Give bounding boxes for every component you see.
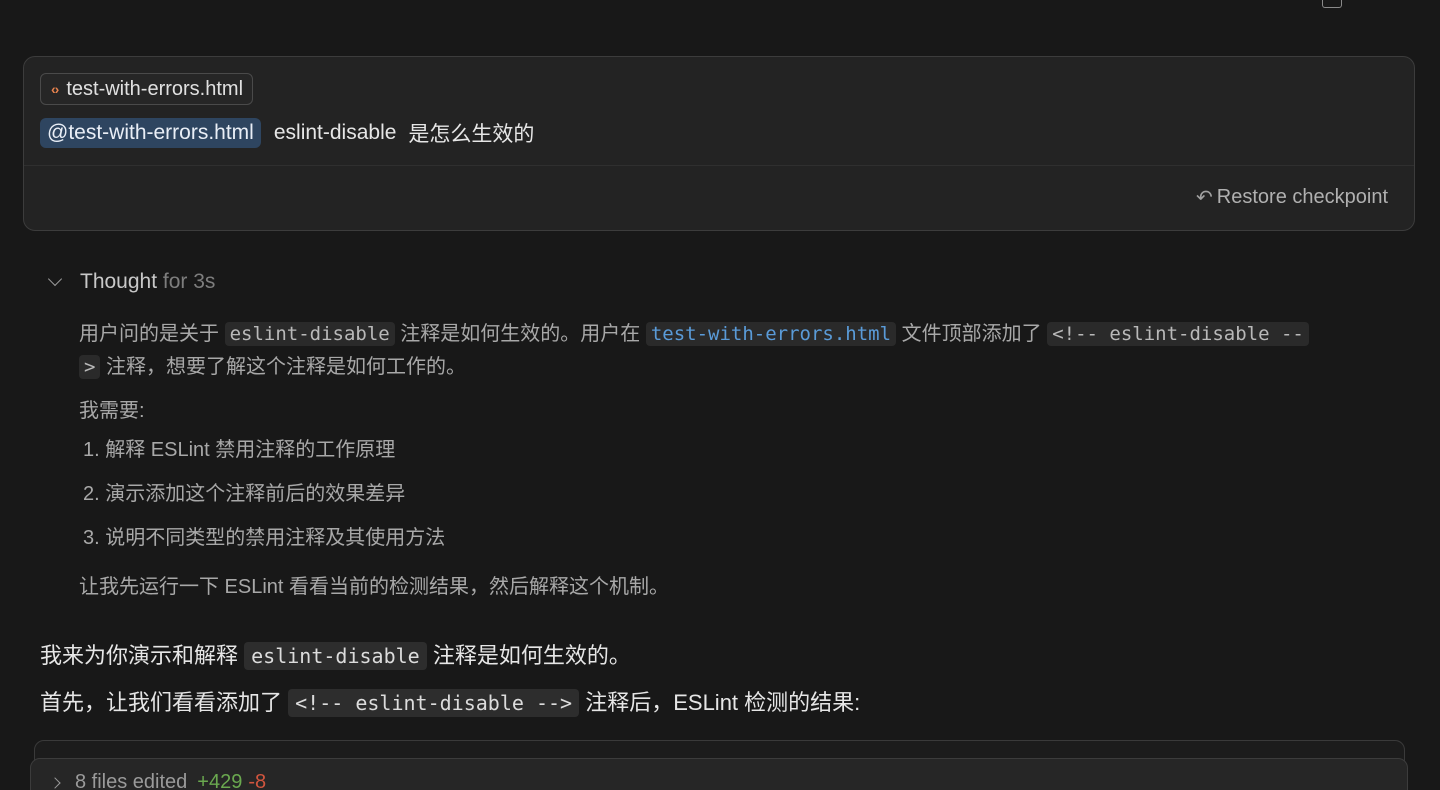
file-link[interactable]: test-with-errors.html: [645, 322, 897, 346]
text: 我来为你演示和解释: [40, 643, 239, 668]
inline-code: eslint-disable: [244, 642, 427, 670]
thought-paragraph: 用户问的是关于 eslint-disable 注释是如何生效的。用户在 test…: [79, 318, 1399, 384]
restore-label: Restore checkpoint: [1216, 186, 1388, 208]
inline-code: >: [79, 355, 101, 379]
code-file-icon: ‹›: [51, 81, 59, 97]
thought-paragraph: 让我先运行一下 ESLint 看看当前的检测结果，然后解释这个机制。: [79, 576, 670, 598]
restore-checkpoint-button[interactable]: ↶ Restore checkpoint: [1196, 185, 1388, 210]
lines-removed: -8: [248, 771, 267, 790]
prompt-question: 是怎么生效的: [408, 123, 535, 146]
copy-icon[interactable]: [1322, 0, 1342, 8]
user-message-card[interactable]: ‹› test-with-errors.html @test-with-erro…: [23, 56, 1415, 231]
thought-content: 用户问的是关于 eslint-disable 注释是如何生效的。用户在 test…: [79, 318, 1399, 615]
text: 文件顶部添加了: [901, 323, 1042, 345]
divider: [24, 165, 1414, 166]
chevron-right-icon: [49, 777, 61, 789]
prompt-text: @test-with-errors.html eslint-disable 是怎…: [40, 117, 534, 149]
text: 首先，让我们看看添加了: [40, 690, 283, 715]
list-item: 3. 说明不同类型的禁用注释及其使用方法: [83, 527, 446, 549]
files-edited-label: 8 files edited: [75, 771, 188, 790]
inline-code: <!-- eslint-disable --: [1047, 322, 1309, 346]
thought-list: 1. 解释 ESLint 禁用注释的工作原理 2. 演示添加这个注释前后的效果差…: [83, 428, 1399, 560]
text: 注释是如何生效的。: [432, 643, 631, 668]
thought-duration: for 3s: [162, 270, 216, 293]
answer-line: 我来为你演示和解释 eslint-disable 注释是如何生效的。: [40, 638, 1400, 674]
undo-icon: ↶: [1196, 187, 1213, 209]
list-item: 1. 解释 ESLint 禁用注释的工作原理: [83, 439, 396, 461]
answer-line: 首先，让我们看看添加了 <!-- eslint-disable --> 注释后，…: [40, 685, 1400, 721]
inline-code: <!-- eslint-disable -->: [288, 689, 580, 717]
thought-title: Thought: [80, 270, 158, 293]
prompt-keyword: eslint-disable: [273, 121, 397, 144]
lines-added: +429: [197, 771, 243, 790]
file-context-chip[interactable]: ‹› test-with-errors.html: [40, 73, 254, 105]
file-mention[interactable]: @test-with-errors.html: [40, 118, 261, 148]
thought-toggle[interactable]: Thought for 3s: [44, 270, 215, 294]
list-item: 2. 演示添加这个注释前后的效果差异: [83, 483, 406, 505]
text: 注释后，ESLint 检测的结果:: [585, 690, 861, 715]
chevron-down-icon: [47, 271, 63, 287]
assistant-answer: 我来为你演示和解释 eslint-disable 注释是如何生效的。 首先，让我…: [40, 638, 1400, 732]
thought-paragraph: 我需要:: [79, 400, 145, 422]
text: 注释是如何生效的。用户在: [400, 323, 641, 345]
text: 注释，想要了解这个注释是如何工作的。: [106, 356, 467, 378]
files-edited-bar[interactable]: 8 files edited +429 -8: [30, 758, 1408, 790]
inline-code: eslint-disable: [224, 322, 395, 346]
file-chip-label: test-with-errors.html: [66, 77, 244, 100]
text: 用户问的是关于: [79, 323, 219, 345]
